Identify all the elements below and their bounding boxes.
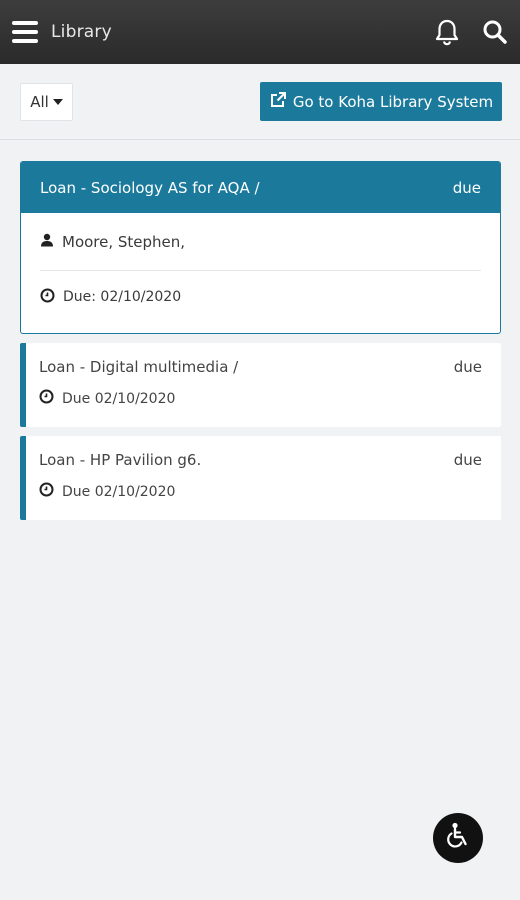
app-bar: Library <box>0 0 520 64</box>
loan-author-row: Moore, Stephen, <box>40 213 481 271</box>
clock-icon <box>39 482 54 501</box>
user-icon <box>40 233 54 251</box>
caret-down-icon <box>52 99 63 105</box>
external-link-icon <box>269 91 287 113</box>
loan-title: Loan - HP Pavilion g6. <box>39 451 202 469</box>
filter-selected-value: All <box>30 93 49 111</box>
koha-button-label: Go to Koha Library System <box>292 92 494 111</box>
page-title: Library <box>51 22 112 42</box>
bell-icon[interactable] <box>434 18 460 46</box>
loan-status: due <box>452 178 481 197</box>
loan-card[interactable]: Loan - HP Pavilion g6. due Due 02/10/202… <box>20 436 501 520</box>
filter-bar: All Go to Koha Library System <box>0 64 520 140</box>
loan-status: due <box>453 451 482 469</box>
search-icon[interactable] <box>482 19 508 45</box>
loan-due-date: Due 02/10/2020 <box>62 483 176 500</box>
clock-icon <box>39 389 54 408</box>
accessibility-button[interactable] <box>433 813 483 863</box>
loan-due-date: Due 02/10/2020 <box>62 390 176 407</box>
loan-title: Loan - Digital multimedia / <box>39 358 239 376</box>
menu-icon[interactable] <box>12 21 38 43</box>
filter-select[interactable]: All <box>20 83 73 121</box>
koha-library-button[interactable]: Go to Koha Library System <box>260 82 502 121</box>
loan-due-row: Due: 02/10/2020 <box>40 271 481 323</box>
loan-author: Moore, Stephen, <box>62 232 186 251</box>
wheelchair-icon <box>443 821 473 855</box>
clock-icon <box>40 288 55 307</box>
loan-status: due <box>453 358 482 376</box>
loan-card-header[interactable]: Loan - Sociology AS for AQA / due <box>21 162 500 213</box>
loan-card-expanded[interactable]: Loan - Sociology AS for AQA / due Moore,… <box>20 161 501 334</box>
loan-title: Loan - Sociology AS for AQA / <box>40 178 260 197</box>
loan-due-date: Due: 02/10/2020 <box>63 289 182 305</box>
loan-card[interactable]: Loan - Digital multimedia / due Due 02/1… <box>20 343 501 427</box>
